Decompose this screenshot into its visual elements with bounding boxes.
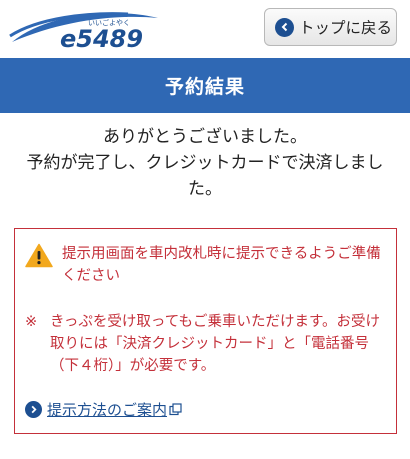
warning-row: 提示用画面を車内改札時に提示できるようご準備ください [25, 243, 385, 287]
guide-link-label: 提示方法のご案内 [47, 401, 168, 419]
back-to-top-button[interactable]: トップに戻る [264, 8, 397, 46]
warning-text: 提示用画面を車内改札時に提示できるようご準備ください [62, 246, 381, 284]
message-line-3: た。 [188, 179, 222, 199]
e5489-logo[interactable]: いいごよやく e5489 [8, 6, 168, 50]
message-line-1: ありがとうございました。 [103, 127, 307, 147]
presentation-guide-link[interactable]: 提示方法のご案内 [25, 399, 182, 420]
note-row: ※ きっぷを受け取ってもご乗車いただけます。お受け取りには「決済クレジットカード… [25, 311, 385, 377]
page-title: 予約結果 [164, 76, 245, 98]
note-mark: ※ [25, 314, 38, 330]
warning-icon [25, 243, 53, 268]
title-bar: 予約結果 [0, 58, 410, 113]
note-text: きっぷを受け取ってもご乗車いただけます。お受け取りには「決済クレジットカード」と… [50, 314, 381, 374]
back-to-top-label: トップに戻る [299, 19, 393, 37]
message-line-2: 予約が完了し、クレジットカードで決済しまし [26, 153, 384, 173]
notice-box: 提示用画面を車内改札時に提示できるようご準備ください ※ きっぷを受け取ってもご… [14, 228, 397, 434]
completion-message: ありがとうございました。 予約が完了し、クレジットカードで決済しまし た。 [0, 124, 410, 202]
chevron-left-icon [275, 17, 294, 37]
header: いいごよやく e5489 トップに戻る [0, 0, 410, 56]
external-link-icon [169, 403, 182, 416]
chevron-right-icon [25, 401, 42, 418]
logo-text: e5489 [60, 25, 143, 50]
